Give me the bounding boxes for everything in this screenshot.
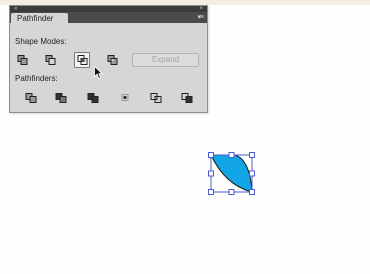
crop-icon	[121, 94, 128, 101]
exclude-button[interactable]	[105, 53, 120, 67]
pathfinders-label: Pathfinders:	[15, 74, 58, 83]
trim-icon	[55, 93, 66, 103]
minus-front-icon	[45, 55, 56, 65]
selected-shape[interactable]	[205, 150, 257, 196]
shape-modes-label: Shape Modes:	[15, 37, 67, 46]
tab-pathfinder[interactable]: Pathfinder	[11, 13, 68, 24]
merge-icon	[87, 93, 98, 103]
mouse-pointer-icon	[94, 66, 103, 79]
unite-icon	[17, 55, 28, 65]
outline-button[interactable]	[148, 91, 163, 105]
expand-button[interactable]: Expand	[132, 53, 199, 67]
minus-front-button[interactable]	[43, 53, 58, 67]
intersect-result-shape	[208, 152, 255, 195]
panel-menu-icon[interactable]: ▾≡	[197, 13, 204, 22]
minus-back-icon	[181, 93, 192, 103]
crop-button[interactable]	[117, 91, 132, 105]
minus-back-button[interactable]	[179, 91, 194, 105]
pathfinder-panel: « × Pathfinder ▾≡ Shape Modes: Expand Pa…	[9, 5, 208, 113]
outline-icon	[150, 93, 161, 103]
divide-icon	[25, 93, 36, 103]
merge-button[interactable]	[85, 91, 100, 105]
unite-button[interactable]	[15, 53, 30, 67]
tab-label: Pathfinder	[17, 14, 54, 23]
intersect-icon	[77, 55, 87, 65]
exclude-icon	[107, 55, 118, 65]
divide-button[interactable]	[23, 91, 38, 105]
intersect-button[interactable]	[74, 52, 90, 68]
trim-button[interactable]	[53, 91, 68, 105]
